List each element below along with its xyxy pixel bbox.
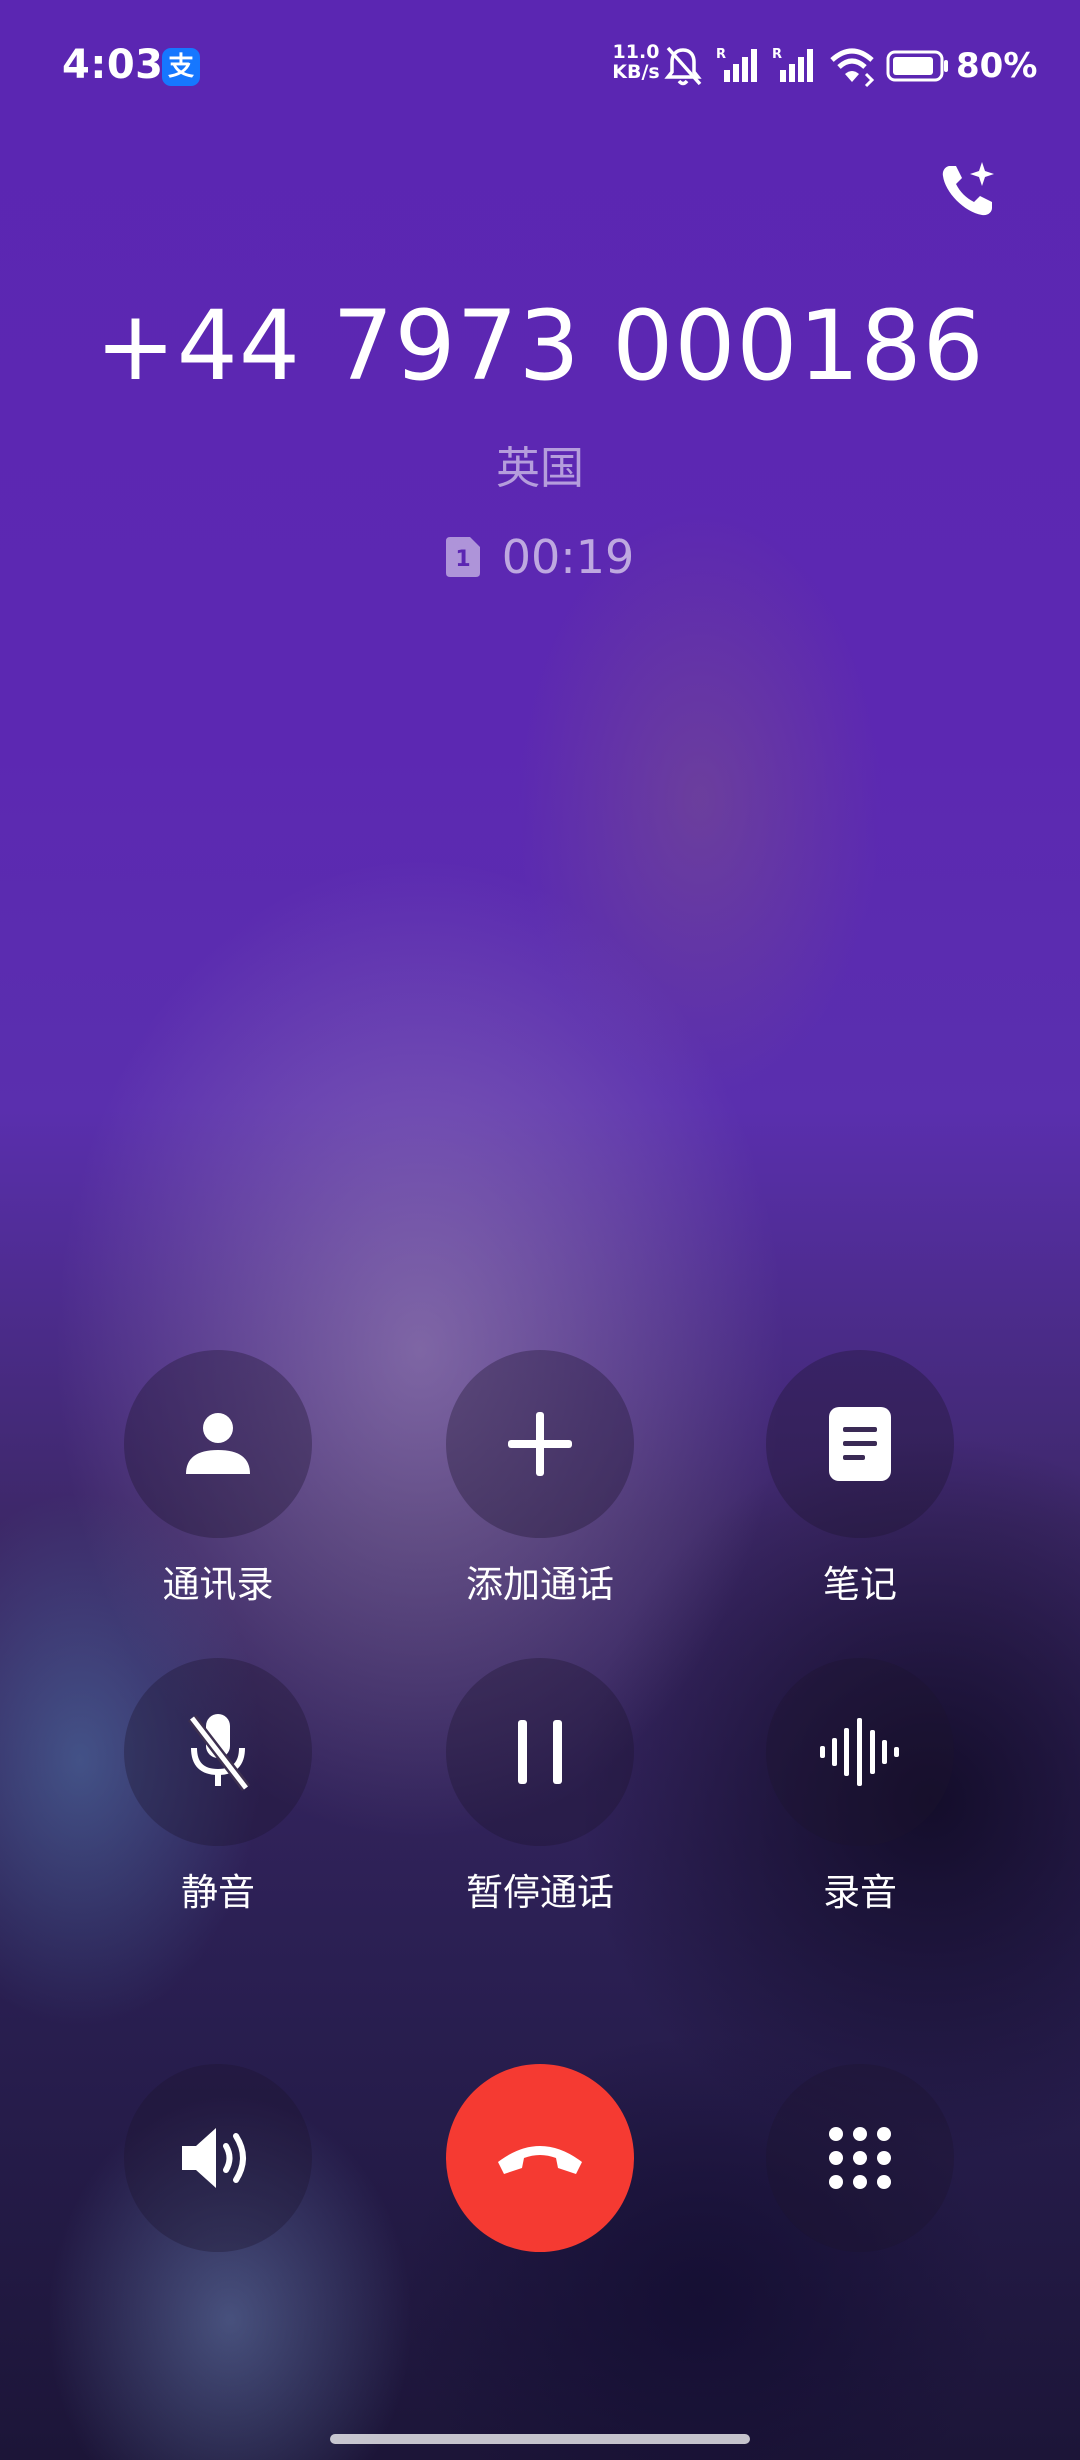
hang-up-icon (498, 2146, 582, 2174)
add-call-button[interactable] (446, 1350, 634, 1538)
sim-card-icon: 1 (445, 537, 480, 577)
caller-location: 英国 (496, 443, 584, 494)
status-time: 4:03 (62, 42, 164, 88)
home-indicator[interactable] (330, 2434, 750, 2444)
record-label: 录音 (823, 1871, 897, 1914)
call-status-row: 1 00:19 (0, 530, 1080, 584)
roaming-tag-2: R (772, 47, 782, 62)
plus-icon (508, 1412, 572, 1476)
end-call-button[interactable] (446, 2064, 634, 2252)
sim-slot-number: 1 (455, 547, 470, 572)
notes-label: 笔记 (823, 1563, 897, 1606)
note-icon (829, 1407, 891, 1481)
mute-button[interactable] (124, 1658, 312, 1846)
hold-call-button[interactable] (446, 1658, 634, 1846)
network-speed: 11.0 KB/s (608, 42, 664, 82)
person-icon (186, 1413, 250, 1474)
contacts-button[interactable] (124, 1350, 312, 1538)
roaming-tag-1: R (716, 47, 726, 62)
battery-percentage: 80% (956, 46, 1038, 86)
signal-strength-icon-sim2: R (772, 47, 813, 82)
pause-icon (518, 1720, 562, 1784)
ai-call-assistant-icon[interactable] (936, 158, 1000, 222)
add-call-label: 添加通话 (466, 1563, 614, 1606)
speaker-button[interactable] (124, 2064, 312, 2252)
speaker-icon (182, 2128, 246, 2188)
silent-bell-icon (664, 46, 702, 86)
keypad-button[interactable] (766, 2064, 954, 2252)
status-bar: 4:03 支 11.0 KB/s R R 80% (0, 0, 1080, 140)
call-duration: 00:19 (501, 530, 635, 584)
wifi-icon (830, 48, 875, 88)
signal-strength-icon-sim1: R (716, 47, 757, 82)
network-speed-unit: KB/s (612, 61, 660, 83)
record-button[interactable] (766, 1658, 954, 1846)
microphone-off-icon (188, 1714, 250, 1792)
caller-number: +44 7973 000186 (95, 290, 985, 402)
network-speed-value: 11.0 (612, 41, 660, 63)
dialpad-icon (829, 2127, 891, 2189)
waveform-icon (820, 1718, 899, 1786)
mute-label: 静音 (181, 1871, 255, 1914)
hold-call-label: 暂停通话 (466, 1871, 614, 1914)
battery-icon (886, 50, 948, 82)
contacts-label: 通讯录 (162, 1563, 274, 1606)
alipay-notification-icon: 支 (162, 48, 200, 86)
notes-button[interactable] (766, 1350, 954, 1538)
